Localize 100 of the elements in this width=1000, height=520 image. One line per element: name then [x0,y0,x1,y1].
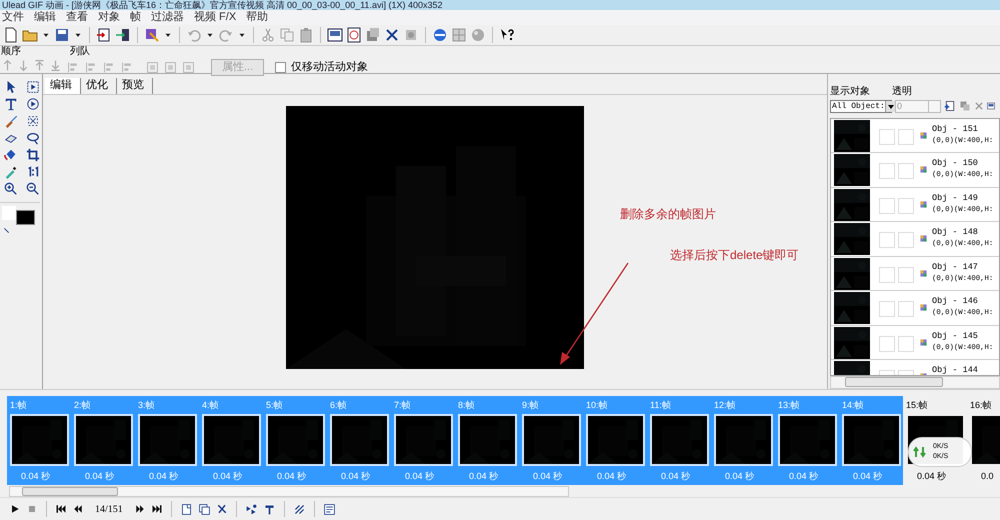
frame-duration: 0.04 秒 [340,470,372,482]
frame-label: 6:帧 [329,400,348,411]
help-icon[interactable] [499,26,515,43]
tween-icon[interactable] [244,502,258,516]
eyedropper-icon[interactable] [4,164,18,179]
frame-duration: 0.04 秒 [852,470,884,482]
object-image-icon [920,200,927,208]
frame-duration: 0.04 秒 [788,470,820,482]
save-icon[interactable] [54,26,70,43]
frame-properties-icon[interactable] [322,502,336,516]
lasso-icon[interactable] [26,114,40,128]
new-file-icon[interactable] [3,26,19,43]
frame-label: 9:帧 [521,400,540,411]
background-color-swatch[interactable] [2,206,16,220]
section-label: 列队 [69,46,91,58]
last-frame-icon[interactable] [150,503,163,516]
frame-label: 1:帧 [9,400,28,411]
section-label: 透明 [892,86,912,98]
window-title: Ulead GIF 动画 - [游侠网《极品飞车16：亡命狂飙》官方宣传视频 高清 00_00_03-00_00_11.avi] (1X) 400x352 [2,0,442,10]
swap-colors-icon[interactable] [3,226,10,234]
object-name: Obj - 148 [932,226,979,238]
object-image-icon [920,270,927,277]
play-circle-icon[interactable] [26,96,40,111]
frame-duration: 0.04 秒 [532,470,564,482]
frame-duration: 0.04 秒 [404,470,436,482]
object-name: Obj - 145 [932,330,979,342]
menu-item[interactable]: 对象 [98,10,120,24]
frame-label: 16:帧 [969,400,993,411]
object-image-icon [920,166,927,174]
clock-document-icon[interactable] [346,26,362,43]
export-icon[interactable] [115,26,131,43]
tab[interactable]: 编辑 [45,78,81,94]
frame-label: 2:帧 [73,400,92,411]
crop-icon[interactable] [26,148,40,162]
reverse-frames-icon[interactable] [292,502,306,516]
delete-frame-icon[interactable] [216,503,228,516]
play-icon[interactable] [9,503,21,516]
paint-bucket-icon[interactable] [4,148,18,162]
frame-counter: 14/151 [95,502,123,517]
menu-item[interactable]: 编辑 [34,10,56,24]
frame-duration: 0.04 秒 [20,470,52,482]
frame-label: 3:帧 [137,400,156,411]
properties-icon[interactable] [987,100,995,112]
frame-label: 4:帧 [201,400,220,411]
frame-label: 7:帧 [393,400,412,411]
frame-duration: 0.04 秒 [660,470,692,482]
speech-bubble-icon[interactable] [26,130,40,145]
cross-icon[interactable] [384,26,400,43]
annotation-text: 选择后按下delete键即可 [670,248,799,263]
object-name: Obj - 149 [932,192,979,204]
menu-item[interactable]: 文件 [2,10,24,24]
foreground-color-swatch[interactable] [16,210,35,225]
object-name: Obj - 146 [932,295,979,308]
object-name: Obj - 147 [932,260,979,273]
zoom-out-icon[interactable] [26,182,40,196]
annotation-text: 删除多余的帧图片 [620,206,717,222]
menu-item[interactable]: 过滤器 [151,10,184,24]
menu-item[interactable]: 帮助 [246,10,268,24]
horizontal-scrollbar[interactable] [9,486,569,497]
frame-duration: 0.04 秒 [148,470,180,482]
frame-duration: 0.04 秒 [468,470,500,482]
zoom-in-icon[interactable] [4,182,18,196]
frame-label: 12:帧 [713,400,737,411]
horizontal-scrollbar[interactable] [830,376,1000,389]
frame-duration: 0.04 秒 [724,470,756,482]
object-name: Obj - 150 [932,157,979,170]
menu-item[interactable]: 视频 F/X [194,10,236,24]
object-image-icon [920,235,927,242]
actual-size-icon[interactable] [26,164,40,179]
object-filter-dropdown[interactable]: All Object: [830,100,892,113]
checkbox-label: 仅移动活动对象 [291,60,368,75]
frame-duration: 0.04 秒 [212,470,244,482]
brush-icon[interactable] [4,114,18,128]
menu-item[interactable]: 帧 [130,10,141,24]
previous-frame-icon[interactable] [72,503,84,516]
next-frame-icon[interactable] [134,503,146,516]
add-object-icon[interactable] [944,100,956,112]
frame-duration: 0.04 秒 [916,470,948,482]
frame-image-icon[interactable] [327,26,343,43]
import-icon[interactable] [96,26,112,43]
frame-duration: 0.0 [980,470,995,482]
text-banner-icon[interactable] [262,502,276,516]
section-label: 显示对象 [830,86,870,98]
checkbox[interactable] [275,62,286,73]
object-image-icon [920,338,927,346]
frame-label: 10:帧 [585,400,609,411]
section-label: 顺序 [1,46,22,58]
wand-icon[interactable] [144,26,160,43]
first-frame-icon[interactable] [55,503,67,516]
add-frame-icon[interactable] [180,502,193,516]
frame-duration: 0.04 秒 [276,470,308,482]
frame-label: 11:帧 [649,400,672,411]
select-play-icon[interactable] [26,80,40,94]
duplicate-frame-icon[interactable] [198,502,211,516]
frame-label: 5:帧 [265,400,284,411]
text-tool-icon[interactable] [4,96,18,111]
object-name: Obj - 151 [932,122,979,135]
menu-item[interactable]: 查看 [66,10,88,24]
object-image-icon [920,304,927,312]
frame-duration: 0.04 秒 [84,470,116,482]
